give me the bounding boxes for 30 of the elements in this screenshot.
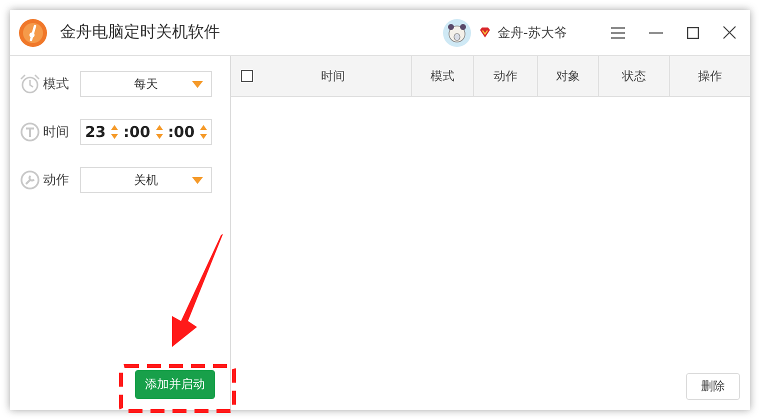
dropdown[interactable]: 每天 xyxy=(80,71,212,97)
time-value: :00 xyxy=(123,123,150,141)
select-all-checkbox[interactable] xyxy=(241,70,253,82)
field-label: 时间 xyxy=(43,124,70,141)
field-label: 动作 xyxy=(43,172,70,189)
time-value: 23 xyxy=(85,123,106,141)
minimize-icon[interactable] xyxy=(649,32,663,34)
column-header[interactable]: 动作 xyxy=(494,68,518,84)
avatar-icon xyxy=(443,18,472,46)
caret-icon xyxy=(192,81,203,88)
menu-icon[interactable] xyxy=(611,26,625,38)
wrench-icon xyxy=(20,170,40,190)
clock-hand-logo-icon xyxy=(18,18,48,48)
user-name: 金舟-苏大爷 xyxy=(497,24,567,42)
caret-icon xyxy=(192,177,203,184)
close-icon[interactable] xyxy=(723,26,736,39)
column-header[interactable]: 时间 xyxy=(321,68,345,84)
window-title: 金舟电脑定时关机软件 xyxy=(60,22,220,43)
dropdown[interactable]: 关机 xyxy=(80,167,212,193)
field-label: 模式 xyxy=(43,76,70,93)
diamond-icon xyxy=(479,27,492,38)
column-header[interactable]: 模式 xyxy=(430,68,454,84)
column-header[interactable]: 操作 xyxy=(698,68,722,84)
column-header[interactable]: 对象 xyxy=(556,68,580,84)
column-header[interactable]: 状态 xyxy=(622,68,646,84)
maximize-icon[interactable] xyxy=(687,26,699,38)
delete-button[interactable]: 删除 xyxy=(686,373,740,400)
time-value: :00 xyxy=(168,123,195,141)
alarm-clock-icon xyxy=(20,74,40,94)
timer-icon xyxy=(20,122,40,142)
